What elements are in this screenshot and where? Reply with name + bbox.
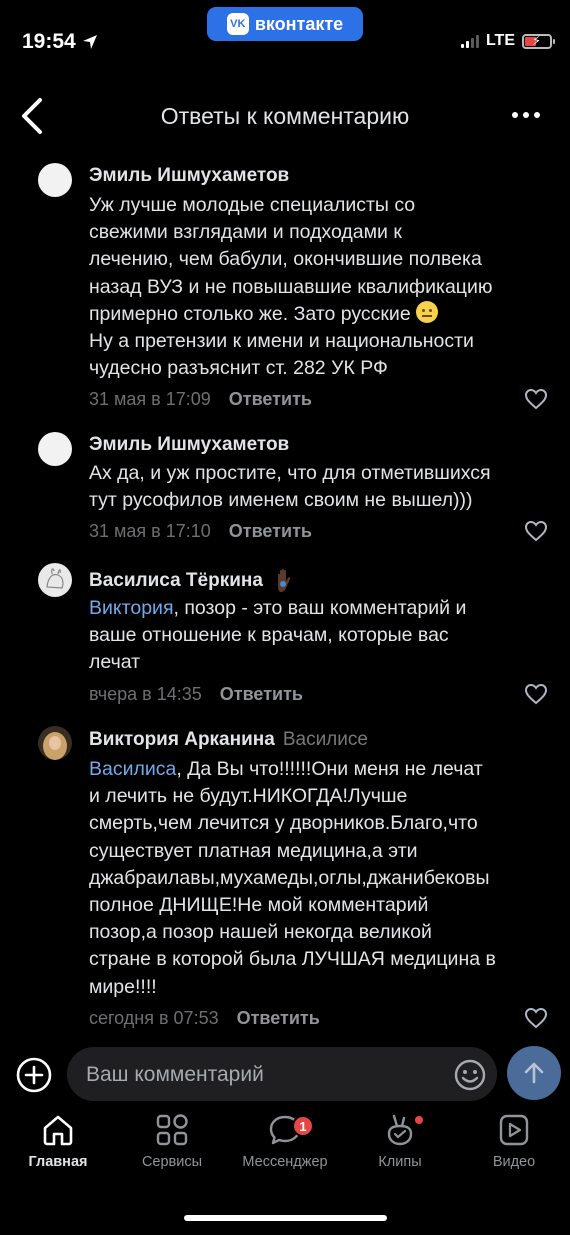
- like-heart-icon[interactable]: [524, 520, 548, 542]
- add-attachment-icon[interactable]: [15, 1056, 53, 1094]
- tab-messenger[interactable]: 1 Мессенджер: [230, 1112, 340, 1170]
- status-time: 19:54: [22, 30, 98, 54]
- tab-home[interactable]: Главная: [3, 1112, 113, 1170]
- vk-app-badge[interactable]: VK вконтакте: [207, 7, 363, 41]
- comment-time: вчера в 14:35: [89, 684, 202, 704]
- tab-label: Видео: [492, 1154, 536, 1170]
- comment-time: 31 мая в 17:10: [89, 521, 211, 541]
- comment-author[interactable]: Эмиль Ишмухаметов: [89, 165, 289, 187]
- comment-text: Уж лучше молодые специалисты со свежими …: [89, 194, 493, 380]
- vk-logo-icon: VK: [226, 13, 249, 35]
- like-heart-icon[interactable]: [524, 388, 548, 410]
- status-time-text: 19:54: [22, 30, 76, 53]
- comment-author[interactable]: Виктория Арканина Василисе: [89, 729, 368, 751]
- avatar[interactable]: [38, 726, 72, 760]
- video-icon: [499, 1114, 529, 1146]
- reply-button[interactable]: Ответить: [237, 1008, 320, 1029]
- reply-button[interactable]: Ответить: [229, 389, 312, 410]
- comment-meta: сегодня в 07:53 Ответить: [89, 1008, 320, 1029]
- mention-link[interactable]: Василиса: [89, 758, 176, 780]
- comment-input-placeholder: Ваш комментарий: [86, 1063, 264, 1086]
- services-icon: [156, 1114, 188, 1146]
- avatar-drawing-icon: [46, 568, 64, 589]
- signal-icon: [460, 34, 479, 48]
- comment-text: Василиса, Да Вы что!!!!!!Они меня не леч…: [89, 758, 496, 998]
- avatar[interactable]: [38, 432, 72, 466]
- raised-hand-emoji-icon: [277, 568, 291, 592]
- new-content-dot: [415, 1116, 423, 1124]
- location-arrow-icon: [82, 35, 97, 49]
- mention-link[interactable]: Виктория: [89, 597, 174, 619]
- tab-label: Сервисы: [141, 1154, 203, 1170]
- like-heart-icon[interactable]: [524, 1007, 548, 1029]
- send-arrow-up-icon: [524, 1062, 544, 1084]
- clips-icon: [387, 1114, 413, 1146]
- emoji-smile-icon[interactable]: [453, 1058, 487, 1092]
- tab-label: Главная: [28, 1154, 88, 1170]
- tab-label: Мессенджер: [242, 1154, 328, 1170]
- comment-author[interactable]: Василиса Тёркина: [89, 566, 301, 596]
- page-title: Ответы к комментарию: [160, 103, 410, 129]
- send-button[interactable]: [507, 1046, 561, 1100]
- avatar[interactable]: [38, 163, 72, 197]
- comment-time: сегодня в 07:53: [89, 1008, 219, 1028]
- screen: 19:54 VK вконтакте LTE ⚡ Ответы к коммен…: [0, 0, 570, 1235]
- nav-header: Ответы к комментарию: [0, 88, 570, 146]
- home-icon: [43, 1115, 73, 1146]
- more-options-icon[interactable]: [512, 112, 540, 118]
- comment-meta: 31 мая в 17:10 Ответить: [89, 521, 312, 542]
- bottom-tab-bar: Главная Сервисы 1 Мессенджер Клипы Видео: [0, 1112, 570, 1192]
- network-type: LTE: [485, 32, 515, 49]
- tab-label: Клипы: [378, 1154, 422, 1170]
- comment-meta: 31 мая в 17:09 Ответить: [89, 389, 312, 410]
- neutral-face-emoji-icon: [416, 300, 439, 323]
- unread-badge: 1: [292, 1115, 314, 1137]
- battery-icon: ⚡: [522, 33, 555, 49]
- status-bar: 19:54 VK вконтакте LTE ⚡: [0, 0, 570, 80]
- comment-text: Ах да, и уж простите, что для отметивших…: [89, 462, 491, 512]
- reply-button[interactable]: Ответить: [220, 684, 303, 705]
- reply-to-label[interactable]: Василисе: [283, 729, 368, 751]
- tab-clips[interactable]: Клипы: [345, 1112, 455, 1170]
- status-indicators: LTE ⚡: [460, 32, 555, 50]
- reply-button[interactable]: Ответить: [229, 521, 312, 542]
- tab-services[interactable]: Сервисы: [117, 1112, 227, 1170]
- vk-app-badge-label: вконтакте: [254, 13, 344, 34]
- avatar[interactable]: [38, 563, 72, 597]
- home-indicator[interactable]: [184, 1215, 387, 1221]
- comment-meta: вчера в 14:35 Ответить: [89, 684, 303, 705]
- comment-time: 31 мая в 17:09: [89, 389, 211, 409]
- comment-input-bar: Ваш комментарий: [0, 1043, 570, 1105]
- comment-text: Виктория, позор - это ваш комментарий и …: [89, 597, 467, 674]
- tab-video[interactable]: Видео: [459, 1112, 569, 1170]
- like-heart-icon[interactable]: [524, 683, 548, 705]
- comment-author[interactable]: Эмиль Ишмухаметов: [89, 434, 289, 456]
- avatar-photo-icon: [43, 732, 67, 760]
- comment-input[interactable]: Ваш комментарий: [67, 1047, 497, 1101]
